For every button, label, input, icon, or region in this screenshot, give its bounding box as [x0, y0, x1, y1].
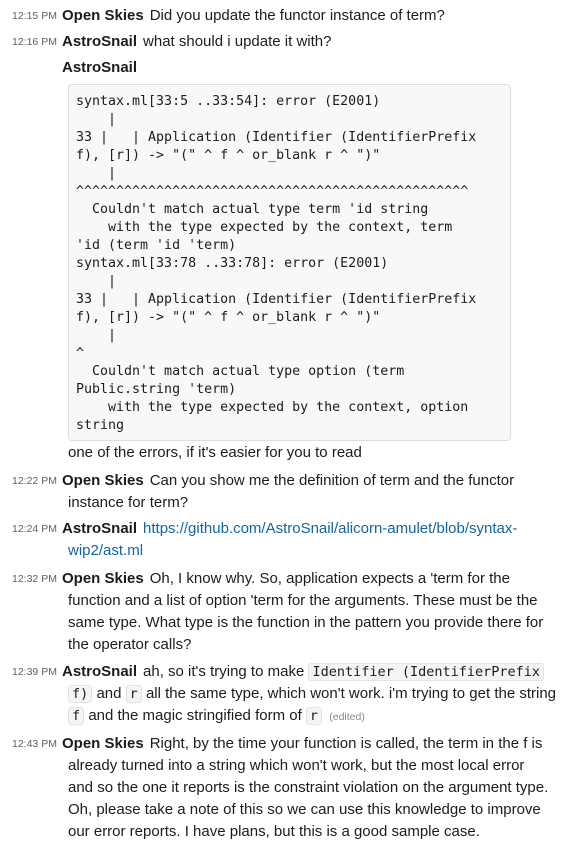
inline-code: f [68, 707, 85, 725]
author-name[interactable]: AstroSnail [62, 663, 137, 680]
inline-code: f) [68, 685, 93, 703]
timestamp[interactable]: 12:39 PM [12, 666, 57, 678]
inline-code: r [305, 707, 323, 725]
github-link[interactable]: https://github.com/AstroSnail/alicorn-am… [143, 520, 517, 537]
author-name[interactable]: Open Skies [62, 472, 144, 489]
message-text: already turned into a string which won't… [68, 757, 525, 774]
timestamp[interactable]: 12:32 PM [12, 573, 57, 585]
edited-label: (edited) [329, 711, 365, 723]
message-text: and so the one it reports is the constra… [68, 779, 549, 796]
message: 12:15 PM Open Skies Did you update the fu… [0, 5, 578, 27]
github-link[interactable]: wip2/ast.ml [68, 542, 143, 559]
message-text: instance for term? [68, 494, 189, 511]
message-text: and [96, 685, 122, 702]
message: 12:22 PM Open Skies Can you show me the d… [0, 470, 578, 514]
timestamp[interactable]: 12:43 PM [12, 738, 57, 750]
message: 12:16 PM AstroSnail what should i update … [0, 31, 578, 53]
message-text: the operator calls? [68, 636, 192, 653]
timestamp[interactable]: 12:16 PM [12, 36, 57, 48]
message-text: function and a list of option 'term for … [68, 592, 538, 609]
message: 12:24 PM AstroSnail https://github.com/As… [0, 518, 578, 562]
code-block: syntax.ml[33:5 ..33:54]: error (E2001) |… [68, 84, 511, 441]
message-text: Oh, please take a note of this so we can… [68, 801, 541, 818]
message-text: same type. What type is the function in … [68, 614, 544, 631]
message-text: what should i update it with? [143, 33, 332, 50]
message-text: Can you show me the definition of term a… [149, 472, 515, 489]
message: AstroSnail syntax.ml[33:5 ..33:54]: erro… [0, 57, 578, 467]
timestamp[interactable]: 12:24 PM [12, 523, 57, 535]
author-name[interactable]: Open Skies [62, 570, 144, 587]
message: 12:39 PM AstroSnail ah, so it's trying to… [0, 661, 578, 727]
author-name[interactable]: AstroSnail [62, 520, 137, 537]
author-name[interactable]: Open Skies [62, 735, 144, 752]
message-text: and the magic stringified form of [88, 707, 302, 724]
author-name[interactable]: AstroSnail [62, 59, 137, 76]
message-text: Right, by the time your function is call… [149, 735, 543, 752]
message-text: Oh, I know why. So, application expects … [149, 570, 510, 587]
author-name[interactable]: Open Skies [62, 7, 144, 24]
chat-log: 12:15 PM Open Skies Did you update the fu… [0, 0, 578, 855]
timestamp[interactable]: 12:22 PM [12, 475, 57, 487]
message: 12:32 PM Open Skies Oh, I know why. So, a… [0, 568, 578, 656]
message-text: one of the errors, if it's easier for yo… [68, 444, 362, 461]
message-text: Did you update the functor instance of t… [149, 7, 445, 24]
timestamp[interactable]: 12:15 PM [12, 10, 57, 22]
message-text: our error reports. I have plans, but thi… [68, 823, 480, 840]
message-text: ah, so it's trying to make [143, 663, 305, 680]
message-text: all the same type, which won't work. i'm… [145, 685, 557, 702]
author-name[interactable]: AstroSnail [62, 33, 137, 50]
inline-code: Identifier (IdentifierPrefix [308, 663, 545, 681]
inline-code: r [125, 685, 142, 703]
message: 12:43 PM Open Skies Right, by the time yo… [0, 733, 578, 843]
